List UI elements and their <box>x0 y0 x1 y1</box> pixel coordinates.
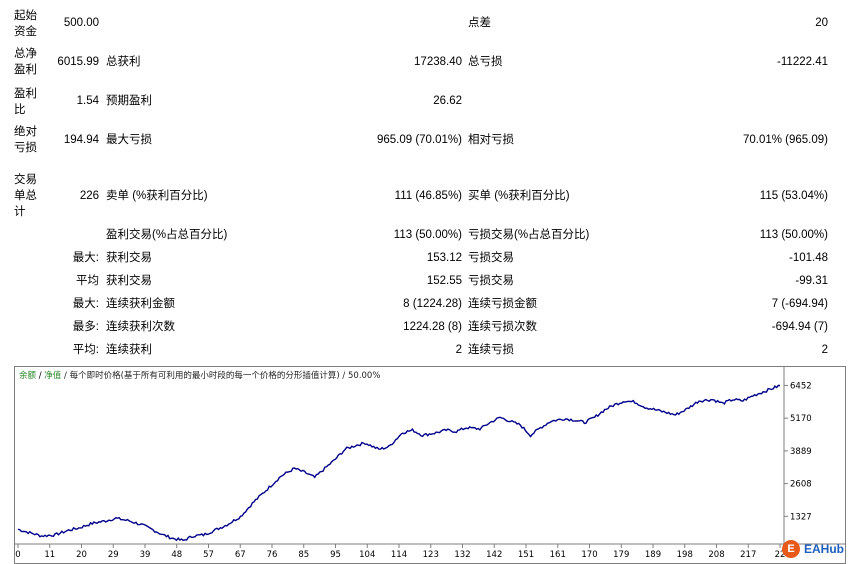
balance-chart: 余额 / 净值 / 每个即时价格(基于所有可利用的最小时段的每一个价格的分形插值… <box>14 366 846 564</box>
x-tick-label: 0 <box>15 550 20 560</box>
chart-frame <box>14 366 846 564</box>
x-tick-label: 170 <box>581 550 597 560</box>
avg-consec-profit-value: 2 <box>455 344 462 356</box>
long-positions-value: 115 (53.04%) <box>759 190 828 202</box>
max-consec-loss-label: 连续亏损金额 <box>468 298 537 310</box>
short-positions-value: 111 (46.85%) <box>394 190 462 202</box>
maximal-drawdown-value: 965.09 (70.01%) <box>376 134 462 146</box>
profit-trades-label: 盈利交易(%占总百分比) <box>106 229 228 241</box>
chart-header-rest: 每个即时价格(基于所有可利用的最小时段的每一个价格的分形插值计算) / 50.0… <box>70 370 381 381</box>
chart-header-sep1: / <box>36 371 44 381</box>
x-tick-label: 208 <box>708 550 724 560</box>
x-tick-label: 95 <box>330 550 341 560</box>
average-loss-value: -99.31 <box>795 275 828 287</box>
loss-trades-value: 113 (50.00%) <box>759 229 828 241</box>
total-trades-value: 226 <box>79 190 99 202</box>
x-tick-label: 189 <box>645 550 661 560</box>
profit-trades-value: 113 (50.00%) <box>393 229 462 241</box>
largest-profit-label: 获利交易 <box>106 252 152 264</box>
maximal-drawdown-label: 最大亏损 <box>106 134 152 146</box>
x-tick-label: 67 <box>235 550 246 560</box>
y-tick-label: 3889 <box>790 447 812 457</box>
eahub-logo-mark: E <box>782 540 800 558</box>
avg-consec-loss-value: 2 <box>821 344 828 356</box>
y-tick-label: 5170 <box>790 414 812 424</box>
y-tick-label: 2608 <box>790 480 812 490</box>
max-consec-amount-loss-label: 连续亏损次数 <box>468 321 537 333</box>
x-tick-label: 123 <box>423 550 439 560</box>
absolute-drawdown-label: 绝对亏损 <box>14 126 37 154</box>
absolute-drawdown-value: 194.94 <box>63 134 99 146</box>
eahub-logo: E EAHub <box>782 540 844 558</box>
expected-payoff-label: 预期盈利 <box>106 95 152 107</box>
largest-loss-value: -101.48 <box>788 252 828 264</box>
initial-deposit-value: 500.00 <box>63 17 99 29</box>
gross-loss-label: 总亏损 <box>468 56 503 68</box>
profit-factor-label: 盈利比 <box>14 88 37 116</box>
x-tick-label: 142 <box>486 550 502 560</box>
short-positions-label: 卖单 (%获利百分比) <box>106 190 208 202</box>
chart-header-equity: 净值 <box>44 370 62 381</box>
max-consec-loss-value: 7 (-694.94) <box>771 298 828 310</box>
spread-value: 20 <box>815 17 828 29</box>
x-tick-label: 85 <box>298 550 309 560</box>
relative-drawdown-label: 相对亏损 <box>468 134 514 146</box>
chart-header-balance: 余额 <box>19 370 37 381</box>
x-tick-label: 39 <box>140 550 151 560</box>
x-tick-label: 29 <box>108 550 119 560</box>
avg-consec-loss-label: 连续亏损 <box>468 344 514 356</box>
x-tick-label: 217 <box>740 550 756 560</box>
gross-profit-value: 17238.40 <box>414 56 462 68</box>
x-tick-label: 57 <box>203 550 214 560</box>
max-consec-amount-profit-value: 1224.28 (8) <box>403 321 462 333</box>
long-positions-label: 买单 (%获利百分比) <box>468 190 570 202</box>
avg-consec-profit-label: 连续获利 <box>106 344 152 356</box>
average-loss-label: 亏损交易 <box>468 275 514 287</box>
max-consec-amount-prefix: 最多: <box>72 321 99 333</box>
initial-deposit-label: 起始资金 <box>14 10 37 38</box>
loss-trades-label: 亏损交易(%占总百分比) <box>468 229 590 241</box>
gross-loss-value: -11222.41 <box>777 56 828 68</box>
x-tick-label: 198 <box>677 550 693 560</box>
largest-prefix: 最大: <box>72 252 99 264</box>
x-tick-label: 20 <box>76 550 87 560</box>
relative-drawdown-value: 70.01% (965.09) <box>742 134 828 146</box>
average-profit-label: 获利交易 <box>106 275 152 287</box>
average-profit-value: 152.55 <box>426 275 462 287</box>
x-tick-label: 151 <box>518 550 534 560</box>
max-consec-amount-profit-label: 连续获利次数 <box>106 321 175 333</box>
total-net-profit-value: 6015.99 <box>57 56 99 68</box>
eahub-logo-text: EAHub <box>804 542 844 556</box>
chart-header: 余额 / 净值 / 每个即时价格(基于所有可利用的最小时段的每一个价格的分形插值… <box>19 370 380 381</box>
total-net-profit-label: 总净盈利 <box>14 48 37 76</box>
x-tick-label: 76 <box>267 550 278 560</box>
chart-header-sep2: / <box>61 371 69 381</box>
x-tick-label: 114 <box>391 550 407 560</box>
x-tick-label: 179 <box>613 550 629 560</box>
max-consec-amount-loss-value: -694.94 (7) <box>771 321 828 333</box>
spread-label: 点差 <box>468 17 491 29</box>
average-prefix: 平均 <box>76 275 99 287</box>
x-tick-label: 132 <box>454 550 470 560</box>
max-consec-prefix: 最大: <box>72 298 99 310</box>
x-tick-label: 11 <box>44 550 55 560</box>
largest-profit-value: 153.12 <box>426 252 462 264</box>
gross-profit-label: 总获利 <box>106 56 141 68</box>
expected-payoff-value: 26.62 <box>433 95 462 107</box>
y-tick-label: 1327 <box>790 512 812 522</box>
x-tick-label: 48 <box>171 550 182 560</box>
profit-factor-value: 1.54 <box>76 95 99 107</box>
max-consec-profit-value: 8 (1224.28) <box>403 298 462 310</box>
y-tick-label: 6452 <box>790 381 812 391</box>
total-trades-label: 交易单总计 <box>14 174 37 218</box>
largest-loss-label: 亏损交易 <box>468 252 514 264</box>
x-tick-label: 104 <box>359 550 375 560</box>
max-consec-profit-label: 连续获利金额 <box>106 298 175 310</box>
x-tick-label: 161 <box>550 550 566 560</box>
avg-consec-prefix: 平均: <box>72 344 99 356</box>
